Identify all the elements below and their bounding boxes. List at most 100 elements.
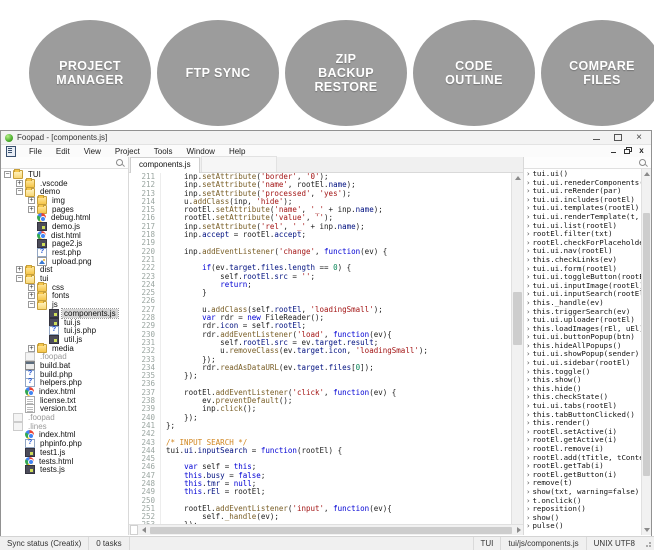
tree-item[interactable]: debug.html — [1, 213, 128, 222]
tree-item[interactable]: util.js — [1, 335, 128, 344]
scroll-right-icon[interactable] — [514, 527, 523, 533]
expand-icon[interactable]: + — [28, 197, 35, 204]
tree-item[interactable]: .foopad — [1, 413, 128, 422]
expand-icon[interactable]: + — [28, 284, 35, 291]
code-line[interactable]: 244tui.ui.inputSearch = function(rootEl)… — [129, 447, 511, 455]
tree-item[interactable]: index.html — [1, 431, 128, 440]
mdi-restore-icon[interactable] — [624, 147, 631, 154]
tab-components.js[interactable]: components.js — [130, 157, 200, 173]
scroll-left-icon[interactable] — [139, 527, 148, 533]
menu-item-edit[interactable]: Edit — [49, 146, 77, 157]
tree-item[interactable]: tui.js.php — [1, 326, 128, 335]
scroll-up-icon[interactable] — [642, 169, 651, 179]
tree-item[interactable]: tests.html — [1, 457, 128, 466]
editor-horizontal-scrollbar[interactable] — [129, 524, 523, 535]
collapse-icon[interactable]: − — [4, 171, 11, 178]
outline-vertical-scrollbar[interactable] — [641, 169, 651, 535]
expand-icon[interactable]: + — [28, 292, 35, 299]
scroll-down-icon[interactable] — [642, 525, 651, 535]
tree-item[interactable]: −TUI — [1, 170, 128, 179]
mdi-close-icon[interactable]: x — [638, 147, 645, 154]
menu-item-file[interactable]: File — [22, 146, 49, 157]
tab-blank[interactable] — [201, 156, 277, 172]
tree-item[interactable]: + .vscode — [1, 179, 128, 188]
html-icon — [37, 231, 46, 240]
tree-item[interactable]: phpinfo.php — [1, 439, 128, 448]
tree-item[interactable]: .foopad — [1, 352, 128, 361]
tree-item[interactable]: tests.js — [1, 465, 128, 474]
close-icon[interactable]: × — [634, 133, 644, 142]
tree-item-label: demo.js — [50, 222, 82, 231]
expand-icon[interactable]: + — [16, 180, 23, 187]
editor-vertical-scrollbar[interactable] — [511, 173, 523, 524]
tree-item-label: .vscode — [38, 179, 70, 188]
tree-item[interactable]: upload.png — [1, 257, 128, 266]
tree-item[interactable]: +media — [1, 344, 128, 353]
tree-item[interactable]: build.bat — [1, 361, 128, 370]
minimize-icon[interactable] — [592, 133, 602, 142]
maximize-icon[interactable] — [613, 133, 623, 142]
tree-item[interactable]: −js — [1, 300, 128, 309]
tree-item[interactable]: +img — [1, 196, 128, 205]
expand-icon[interactable]: + — [16, 266, 23, 273]
resize-grip[interactable] — [644, 540, 652, 548]
code-line[interactable]: 225 } — [129, 289, 511, 297]
tree-item[interactable]: page2.js — [1, 240, 128, 249]
document-icon[interactable] — [6, 146, 16, 157]
feature-circle: PROJECTMANAGER — [29, 20, 151, 126]
tree-search-input[interactable] — [1, 157, 128, 169]
menu-item-project[interactable]: Project — [108, 146, 147, 157]
scrollbar-grip[interactable] — [130, 525, 138, 535]
expand-icon[interactable]: + — [28, 206, 35, 213]
tree-item-label: tui.js.php — [62, 326, 98, 335]
tree-item[interactable]: test1.js — [1, 448, 128, 457]
code-line[interactable]: 218 inp.accept = rootEl.accept; — [129, 231, 511, 239]
collapse-icon[interactable]: − — [28, 301, 35, 308]
chevron-right-icon: › — [526, 246, 530, 255]
tree-item-label: page2.js — [50, 239, 84, 248]
js-icon — [49, 335, 59, 344]
tree-item[interactable]: .lines — [1, 422, 128, 431]
tree-item[interactable]: +dist — [1, 266, 128, 275]
code-editor[interactable]: 211 inp.setAttribute('border', '0');212 … — [129, 173, 511, 524]
code-line[interactable]: 241}; — [129, 422, 511, 430]
tree-item[interactable]: index.html — [1, 387, 128, 396]
outline-search-input[interactable] — [524, 157, 651, 169]
outline-item[interactable]: ›pulse() — [524, 522, 641, 531]
tree-item[interactable]: tui.js — [1, 318, 128, 327]
tree-item[interactable]: build.php — [1, 370, 128, 379]
code-line[interactable]: 249 this.rEl = rootEl; — [129, 488, 511, 496]
chevron-right-icon: › — [526, 255, 530, 264]
expand-icon[interactable]: + — [28, 345, 35, 352]
tree-item-label: .foopad — [26, 413, 57, 422]
tree-item[interactable]: demo.js — [1, 222, 128, 231]
tree-item-label: .lines — [26, 422, 49, 431]
code-line[interactable]: 235 }); — [129, 372, 511, 380]
tree-item[interactable]: dist.html — [1, 231, 128, 240]
tree-item[interactable]: −tui — [1, 274, 128, 283]
tree-item[interactable]: +fonts — [1, 292, 128, 301]
code-line[interactable]: 240 }); — [129, 414, 511, 422]
scrollbar-thumb[interactable] — [150, 527, 512, 534]
mdi-minimize-icon[interactable] — [610, 147, 617, 154]
tree-item[interactable]: helpers.php — [1, 379, 128, 388]
tree-item[interactable]: rest.php — [1, 248, 128, 257]
scroll-up-icon[interactable] — [512, 173, 523, 183]
tree-item[interactable]: license.txt — [1, 396, 128, 405]
tree-item[interactable]: +css — [1, 283, 128, 292]
scrollbar-thumb[interactable] — [513, 292, 522, 345]
collapse-icon[interactable]: − — [16, 188, 23, 195]
tree-item-label: license.txt — [38, 396, 78, 405]
tree-item[interactable]: +pages — [1, 205, 128, 214]
app-icon — [5, 134, 13, 142]
menu-item-tools[interactable]: Tools — [147, 146, 180, 157]
scrollbar-thumb[interactable] — [643, 213, 650, 477]
chevron-right-icon: › — [526, 332, 530, 341]
tree-item[interactable]: −demo — [1, 187, 128, 196]
chevron-right-icon: › — [526, 418, 530, 427]
menu-item-view[interactable]: View — [77, 146, 108, 157]
tree-item[interactable]: components.js — [1, 309, 128, 318]
code-line[interactable]: 220 inp.addEventListener('change', funct… — [129, 248, 511, 256]
tree-item[interactable]: version.txt — [1, 405, 128, 414]
collapse-icon[interactable]: − — [16, 275, 23, 282]
